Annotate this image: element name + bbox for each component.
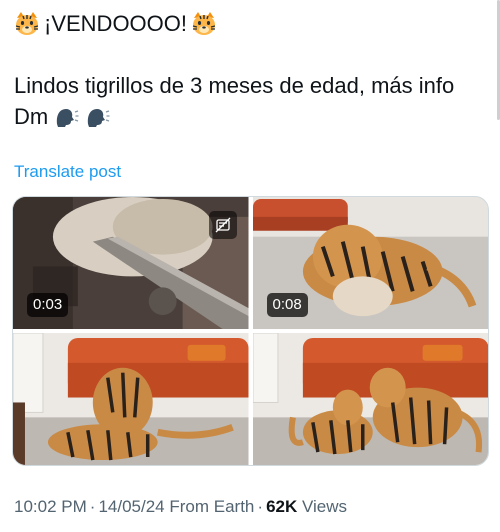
gif-icon[interactable] <box>208 211 237 239</box>
photo-thumbnail <box>252 333 488 465</box>
post-title: ¡VENDOOOO! <box>14 9 217 39</box>
separator: · <box>257 497 264 516</box>
post-body: Lindos tigrillos de 3 meses de edad, más… <box>14 70 484 132</box>
speaking-head-icon <box>54 104 79 129</box>
translate-post-link[interactable]: Translate post <box>14 161 121 183</box>
post-meta: 10:02 PM · 14/05/24 From Earth · 62K Views <box>14 496 347 518</box>
video-duration: 0:03 <box>27 293 69 317</box>
separator: · <box>89 497 96 516</box>
media-video-1[interactable]: 0:03 <box>13 197 249 329</box>
views-label: Views <box>301 497 348 516</box>
media-image-2[interactable] <box>252 333 488 465</box>
post-body-text: Lindos tigrillos de 3 meses de edad, más… <box>14 73 455 129</box>
media-video-2[interactable]: 0:08 <box>252 197 488 329</box>
speaking-head-icon <box>85 104 110 129</box>
tiger-face-icon <box>191 10 217 36</box>
post-title-text: ¡VENDOOOO! <box>44 11 188 36</box>
media-grid: 0:03 0:08 <box>12 196 489 466</box>
photo-thumbnail <box>13 333 249 465</box>
post-source: From Earth <box>169 497 255 516</box>
video-duration: 0:08 <box>266 293 308 317</box>
post-time[interactable]: 10:02 PM <box>14 497 87 516</box>
views-count: 62K <box>266 497 298 516</box>
media-image-1[interactable] <box>13 333 249 465</box>
tiger-face-icon <box>14 10 40 36</box>
post-date[interactable]: 14/05/24 <box>98 497 164 516</box>
